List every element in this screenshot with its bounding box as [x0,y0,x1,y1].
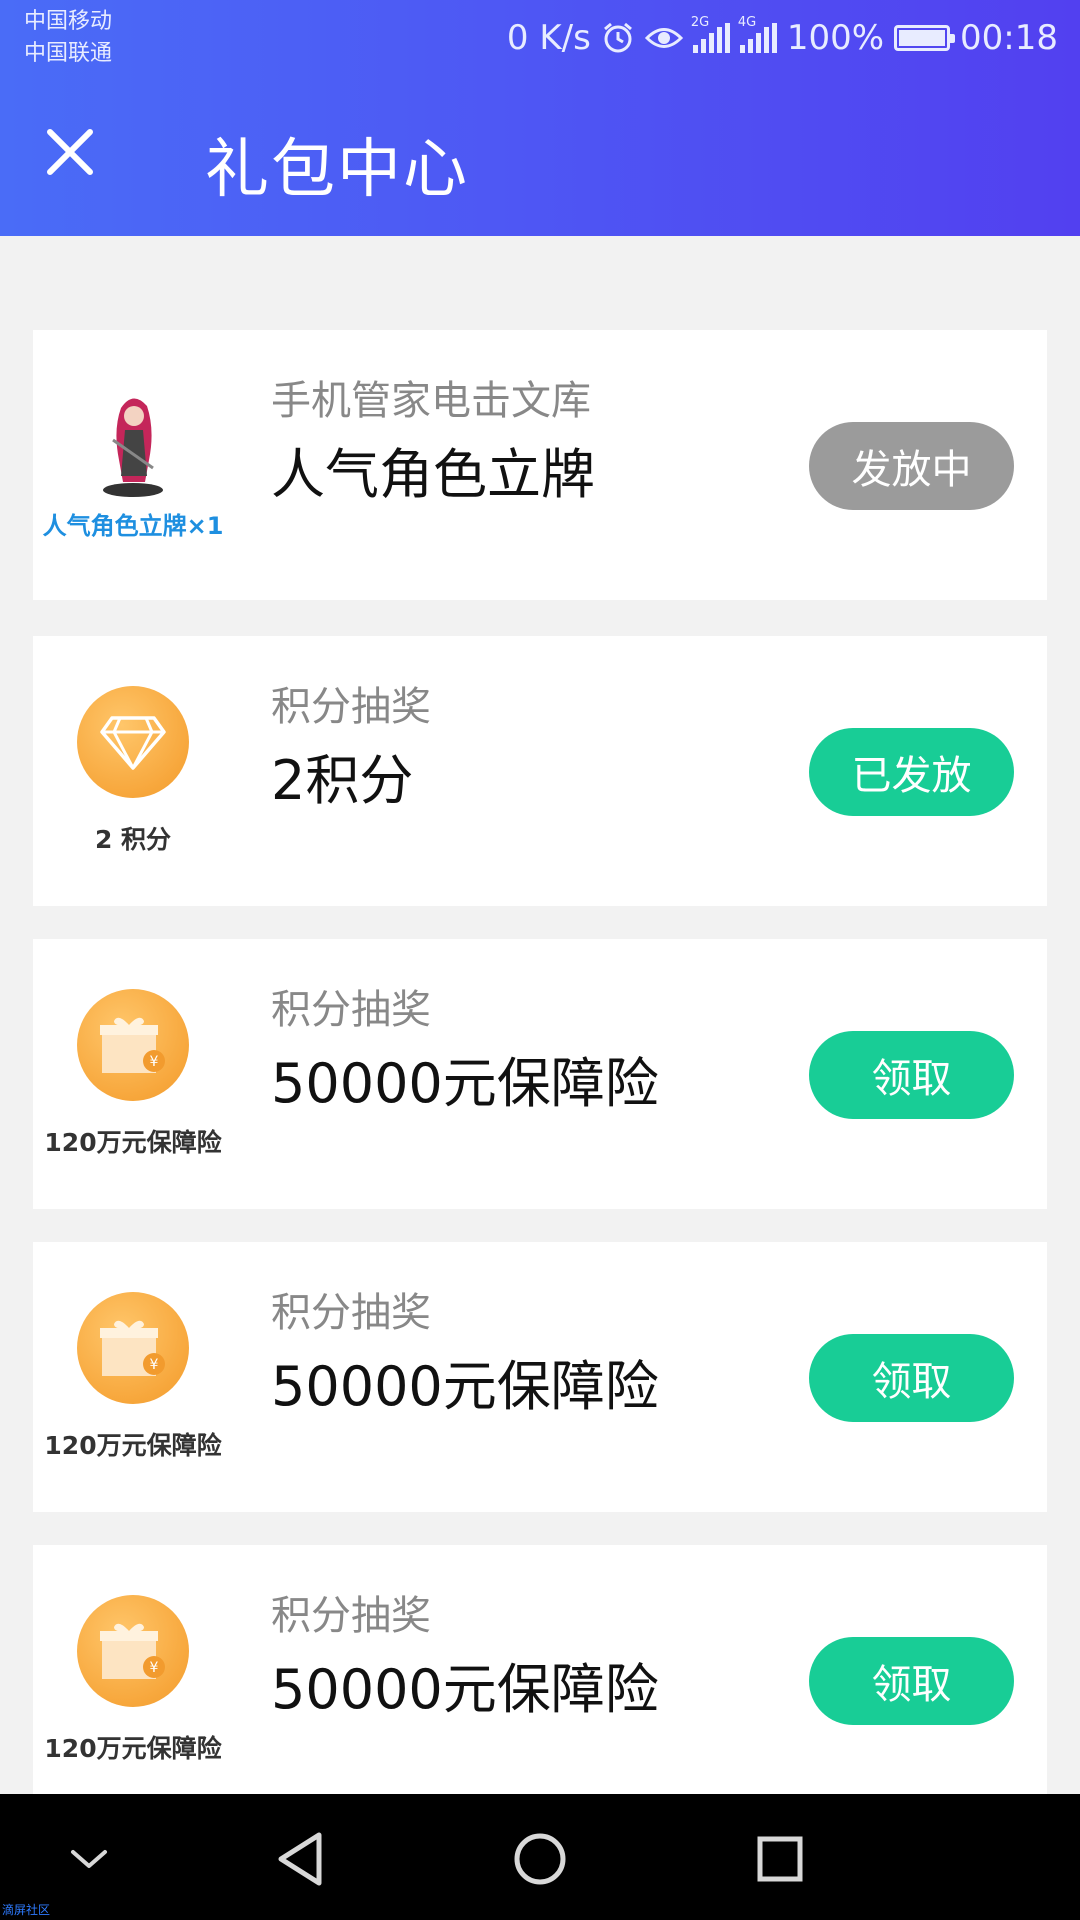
gift-center-screen: 中国移动 中国联通 0 K/s 2G 4G 100% 00:18 礼包中心 人气… [0,0,1080,1920]
thumb-caption: 120万元保障险 [44,1431,222,1460]
chevron-down-icon [71,1850,107,1868]
nav-home-button[interactable] [505,1824,575,1894]
gift-thumbnail: ¥ 120万元保障险 [33,1242,233,1512]
claim-button[interactable]: 领取 [809,1637,1014,1725]
header: 中国移动 中国联通 0 K/s 2G 4G 100% 00:18 礼包中心 [0,0,1080,236]
claim-button[interactable]: 领取 [809,1334,1014,1422]
net-speed: 0 K/s [506,18,591,58]
card-subtitle: 积分抽奖 [271,987,431,1033]
sim2-type: 4G [737,15,757,30]
nav-back-button[interactable] [265,1824,335,1894]
svg-text:¥: ¥ [150,1357,159,1373]
clock: 00:18 [960,18,1058,58]
card-title: 人气角色立牌 [271,443,595,506]
signal-sim2-icon: 4G [738,15,777,53]
diamond-icon [77,686,189,798]
svg-text:¥: ¥ [150,1660,159,1676]
page-title: 礼包中心 [205,133,469,207]
gift-thumbnail: 人气角色立牌×1 [33,330,233,600]
issued-button[interactable]: 已发放 [809,728,1014,816]
sim1-type: 2G [690,15,710,30]
character-standee-icon [103,397,163,497]
gift-card: 人气角色立牌×1 手机管家电击文库 人气角色立牌 发放中 [33,330,1047,600]
alarm-icon [601,21,635,55]
card-title: 2积分 [271,749,414,812]
nav-recents-button[interactable] [745,1824,815,1894]
thumb-caption: 人气角色立牌×1 [42,511,224,540]
card-subtitle: 积分抽奖 [271,684,431,730]
eye-icon [644,23,683,53]
close-button[interactable] [38,120,102,184]
card-title: 50000元保障险 [271,1052,659,1115]
gift-card: ¥ 120万元保障险 积分抽奖 50000元保障险 领取 [33,1242,1047,1512]
claim-button[interactable]: 领取 [809,1031,1014,1119]
signal-sim1-icon: 2G [691,15,730,53]
carrier-2: 中国联通 [24,41,113,66]
card-subtitle: 积分抽奖 [271,1593,431,1639]
thumb-caption: 120万元保障险 [44,1128,222,1157]
nav-collapse-button[interactable] [54,1824,124,1894]
gift-card: ¥ 120万元保障险 积分抽奖 50000元保障险 领取 [33,939,1047,1209]
gift-box-icon: ¥ [77,1595,189,1707]
card-subtitle: 积分抽奖 [271,1290,431,1336]
gift-box-icon: ¥ [77,1292,189,1404]
carrier-labels: 中国移动 中国联通 [24,6,112,70]
gift-thumbnail: 2 积分 [33,636,233,906]
status-indicators: 0 K/s 2G 4G 100% 00:18 [507,14,1058,62]
distributing-button[interactable]: 发放中 [809,422,1014,510]
watermark: 滴屏社区 [2,1903,51,1917]
battery-percent: 100% [786,18,885,58]
gift-card: 2 积分 积分抽奖 2积分 已发放 [33,636,1047,906]
close-icon [47,129,93,175]
recents-icon [757,1836,803,1882]
card-title: 50000元保障险 [271,1658,659,1721]
back-icon [278,1832,322,1886]
battery-icon [894,25,956,51]
thumb-caption: 2 积分 [94,825,172,854]
gift-box-icon: ¥ [77,989,189,1101]
home-icon [514,1833,566,1885]
thumb-caption: 120万元保障险 [44,1734,222,1763]
card-title: 50000元保障险 [271,1355,659,1418]
svg-text:¥: ¥ [150,1054,159,1070]
system-nav-bar: 滴屏社区 [0,1794,1080,1920]
carrier-1: 中国移动 [24,9,113,34]
gift-thumbnail: ¥ 120万元保障险 [33,939,233,1209]
gift-thumbnail: ¥ 120万元保障险 [33,1545,233,1815]
card-subtitle: 手机管家电击文库 [271,378,591,424]
status-bar: 中国移动 中国联通 0 K/s 2G 4G 100% 00:18 [0,0,1080,80]
gift-card: ¥ 120万元保障险 积分抽奖 50000元保障险 领取 [33,1545,1047,1815]
